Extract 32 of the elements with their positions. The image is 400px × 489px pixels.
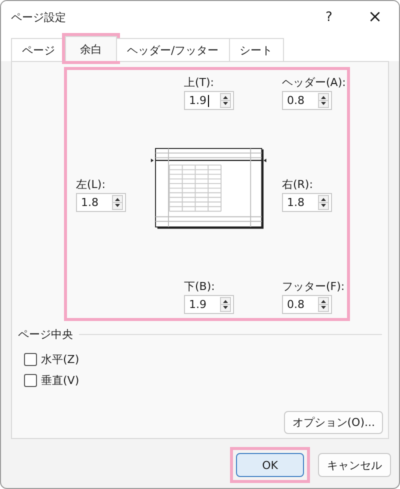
spin-arrows-icon[interactable] (318, 195, 329, 210)
field-label: ヘッダー(A): (282, 76, 347, 89)
field-label: フッター(F): (282, 280, 346, 293)
spin-field[interactable]: 0.8 (282, 295, 332, 314)
spin-field[interactable]: 1.9 (184, 91, 234, 110)
checkbox[interactable] (24, 353, 37, 366)
dialog-button[interactable]: OK (236, 453, 304, 477)
spin-field[interactable]: 0.8 (282, 91, 332, 110)
spin-field[interactable]: 1.8 (76, 193, 126, 212)
window-title: ページ設定 (11, 10, 67, 24)
tab[interactable]: ヘッダー/フッター (116, 38, 230, 61)
tab[interactable]: 余白 (65, 36, 117, 61)
spin-field[interactable]: 1.8 (282, 193, 332, 212)
field-label: 左(L): (76, 178, 106, 191)
spin-field[interactable]: 1.9 (184, 295, 234, 314)
field-label: 下(B): (184, 280, 216, 293)
spin-arrows-icon[interactable] (220, 297, 231, 312)
tab[interactable]: シート (228, 38, 284, 61)
dialog-button[interactable]: キャンセル (318, 453, 391, 477)
close-button[interactable]: × (355, 7, 395, 27)
checkbox-label: 垂直(V) (41, 373, 80, 388)
spin-arrows-icon[interactable] (318, 297, 329, 312)
spin-arrows-icon[interactable] (220, 93, 231, 108)
spin-arrows-icon[interactable] (318, 93, 329, 108)
group-title: ページ中央 (18, 327, 73, 342)
field-label: 右(R): (282, 178, 314, 191)
checkbox-label: 水平(Z) (41, 352, 80, 367)
field-label: 上(T): (184, 76, 216, 89)
checkbox[interactable] (24, 374, 37, 387)
spin-arrows-icon[interactable] (112, 195, 123, 210)
options-button[interactable]: オプション(O)... (284, 411, 383, 434)
help-button[interactable]: ? (309, 10, 349, 24)
